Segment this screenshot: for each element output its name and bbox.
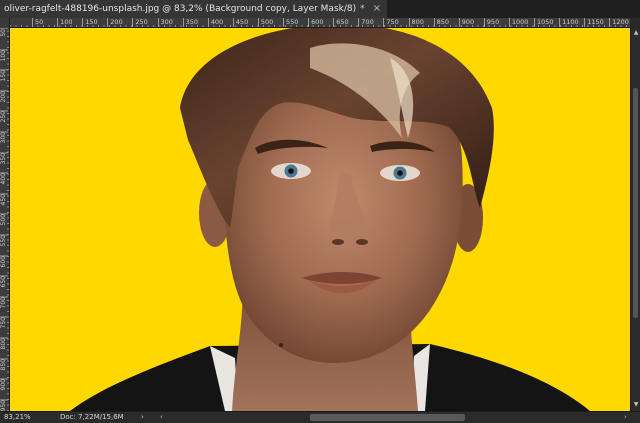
ruler-tick-label: 200: [107, 18, 123, 27]
modified-marker: *: [360, 4, 365, 14]
horizontal-scroll-thumb[interactable]: [310, 414, 465, 421]
ruler-tick-label: 550: [283, 18, 298, 27]
ruler-tick-label: 500: [257, 18, 273, 27]
ruler-tick-label: 1150: [584, 18, 604, 27]
chevron-left-icon[interactable]: ‹: [160, 412, 163, 423]
horizontal-ruler[interactable]: 50 100 150 200 250 300 350 400 450 500 550 600 650 70…: [10, 18, 630, 28]
vertical-ruler[interactable]: 50 100 150 200 250 300 350 400 450 500 550 600 650 70…: [0, 28, 10, 411]
horizontal-scrollbar[interactable]: [170, 414, 620, 421]
ruler-tick-label: 400: [0, 172, 8, 185]
ruler-tick-label: 50: [32, 18, 43, 27]
ruler-tick-label: 650: [333, 18, 349, 27]
chevron-right-icon[interactable]: ›: [624, 412, 627, 423]
ruler-tick-label: 900: [0, 378, 8, 391]
ruler-tick-label: 800: [408, 18, 424, 27]
close-icon[interactable]: ×: [373, 0, 381, 18]
ruler-tick-label: 250: [0, 110, 8, 123]
ruler-tick-label: 600: [308, 18, 324, 27]
ruler-tick-label: 750: [383, 18, 399, 27]
ruler-tick-label: 1050: [534, 18, 554, 27]
document-tab-bar: oliver-ragfelt-488196-unsplash.jpg @ 83,…: [0, 0, 640, 18]
ruler-tick-label: 50: [0, 28, 8, 37]
ruler-tick-label: 150: [0, 69, 8, 82]
vertical-scroll-thumb[interactable]: [633, 88, 638, 318]
ruler-tick-label: 400: [207, 18, 223, 27]
ruler-tick-label: 100: [57, 18, 73, 27]
ruler-origin[interactable]: [0, 18, 10, 28]
ruler-tick-label: 800: [0, 337, 8, 350]
ruler-tick-label: 950: [483, 18, 499, 27]
scroll-down-icon[interactable]: ▼: [632, 401, 640, 409]
ruler-tick-label: 700: [358, 18, 374, 27]
ruler-tick-label: 450: [0, 192, 8, 206]
ruler-tick-label: 300: [157, 18, 173, 27]
ruler-tick-label: 550: [0, 234, 8, 247]
ruler-tick-label: 850: [0, 357, 8, 371]
zoom-level-field[interactable]: 83,21%: [4, 412, 31, 423]
ruler-tick-label: 350: [0, 151, 8, 165]
ruler-tick-label: 900: [458, 18, 474, 27]
ruler-tick-label: 650: [0, 275, 8, 288]
ruler-tick-label: 250: [132, 18, 148, 27]
ruler-tick-label: 150: [82, 18, 98, 27]
ruler-tick-label: 500: [0, 213, 8, 226]
document-canvas[interactable]: [10, 28, 630, 411]
vertical-scrollbar[interactable]: ▲ ▼: [630, 28, 640, 411]
status-bar: 83,21% Doc: 7,22M/15,6M › ‹ ›: [0, 411, 640, 423]
scroll-up-icon[interactable]: ▲: [632, 29, 640, 37]
document-tab[interactable]: oliver-ragfelt-488196-unsplash.jpg @ 83,…: [0, 0, 388, 18]
document-size-info: Doc: 7,22M/15,6M: [60, 413, 124, 421]
ruler-tick-label: 350: [182, 18, 198, 27]
ruler-tick-label: 1200: [609, 18, 629, 27]
ruler-tick-label: 1100: [559, 18, 579, 27]
ruler-tick-label: 600: [0, 254, 8, 268]
ruler-tick-label: 850: [433, 18, 449, 27]
ruler-tick-label: 200: [0, 89, 8, 103]
portrait-photo: [70, 28, 590, 411]
ruler-tick-label: 700: [0, 295, 8, 309]
ruler-tick-label: 100: [0, 48, 8, 62]
ruler-tick-label: 300: [0, 131, 8, 144]
ruler-tick-label: 450: [232, 18, 248, 27]
chevron-right-icon[interactable]: ›: [141, 412, 144, 423]
ruler-tick-label: 1000: [508, 18, 528, 27]
ruler-tick-label: 750: [0, 316, 8, 329]
ruler-tick-label: 950: [0, 398, 8, 411]
document-tab-title: oliver-ragfelt-488196-unsplash.jpg @ 83,…: [4, 4, 357, 14]
